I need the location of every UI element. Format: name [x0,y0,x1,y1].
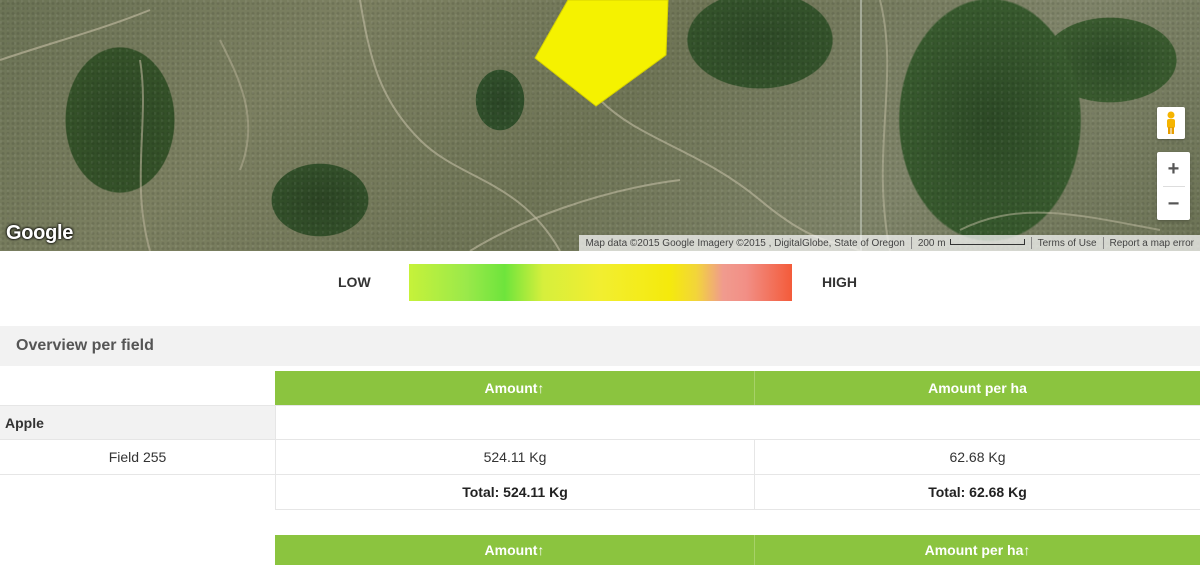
map-attribution-text: Map data ©2015 Google Imagery ©2015 , Di… [585,237,905,249]
report-map-error-link[interactable]: Report a map error [1104,238,1200,249]
amount-column-header[interactable]: Amount↑ [275,535,755,565]
terms-of-use-link[interactable]: Terms of Use [1032,238,1103,249]
pegman-icon [1167,111,1175,134]
legend-gradient-bar [409,264,792,301]
legend-low-label: LOW [338,274,371,290]
crop-group-empty [275,405,1200,440]
overview-title: Overview per field [16,337,154,354]
field-name: Field 255 [0,440,275,475]
google-logo: Google [6,222,74,244]
amount-column-header[interactable]: Amount↑ [275,371,755,405]
field-amount: 524.11 Kg [275,440,755,475]
zoom-in-button[interactable]: + [1157,152,1190,186]
total-amount-per-ha: Total: 62.68 Kg [755,475,1200,510]
table-header-row: Amount↑ Amount per ha [0,371,1200,405]
map-attribution-bar: Map data ©2015 Google Imagery ©2015 , Di… [579,235,1200,251]
total-amount: Total: 524.11 Kg [275,475,755,510]
scale-bar [949,239,1025,245]
field-polygon[interactable] [0,0,1200,251]
amount-per-ha-column-header[interactable]: Amount per ha [755,371,1200,405]
table-total-row: Total: 524.11 Kg Total: 62.68 Kg [0,475,1200,510]
amount-per-ha-column-header[interactable]: Amount per ha↑ [755,535,1200,565]
field-amount-per-ha: 62.68 Kg [755,440,1200,475]
zoom-control: + − [1157,152,1190,220]
map-scale[interactable]: 200 m [912,238,1031,249]
overview-header: Overview per field [0,326,1200,366]
satellite-map[interactable]: Google + − Map data ©2015 Google Imagery… [0,0,1200,251]
table-header-spacer [0,371,275,405]
total-spacer [0,475,275,510]
scale-label: 200 m [917,237,946,249]
crop-group-label: Apple [0,405,275,440]
pegman-street-view-button[interactable] [1157,107,1185,139]
legend-high-label: HIGH [822,274,857,290]
table-header-spacer [0,535,275,565]
table2-header-row: Amount↑ Amount per ha↑ [0,535,1200,565]
table-row[interactable]: Field 255 524.11 Kg 62.68 Kg [0,440,1200,475]
zoom-out-button[interactable]: − [1157,187,1190,221]
heat-legend: LOW HIGH [0,263,1200,301]
crop-group-row: Apple [0,405,1200,440]
